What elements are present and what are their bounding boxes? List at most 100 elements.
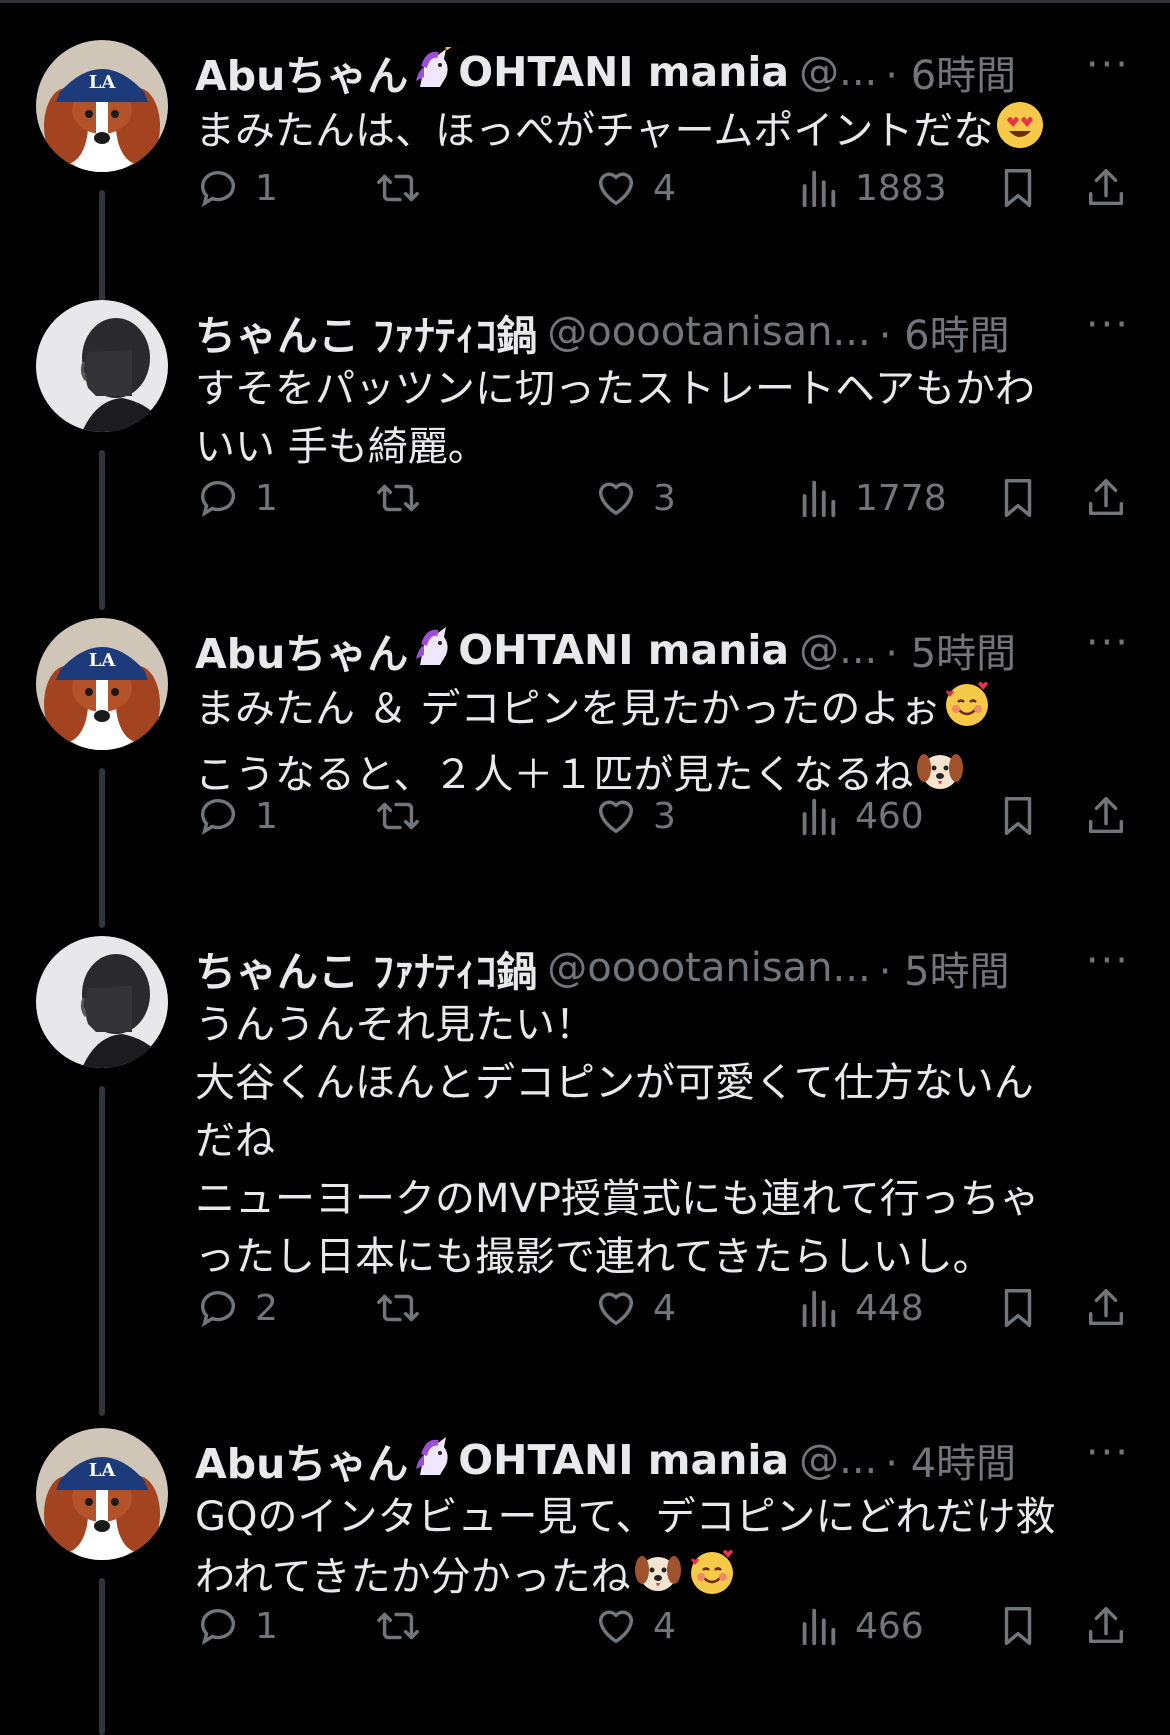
tweet[interactable]: ちゃんこ ﾌｧﾅﾃｨｺ鍋 @ooootanisan... · 5時間 ··· う… <box>0 936 1170 1432</box>
reply-button[interactable]: 1 <box>195 1596 278 1656</box>
more-options-icon[interactable]: ··· <box>1086 42 1130 88</box>
bookmark-button[interactable] <box>995 158 1041 218</box>
retweet-button[interactable] <box>375 468 435 528</box>
tweet[interactable]: LA Abuちゃん OHTANI mania @... · 5時間 ··· まみ… <box>0 618 1170 938</box>
view-count: 448 <box>855 1287 924 1329</box>
tweet-line: うんうんそれ見たい！ <box>195 1002 595 1048</box>
retweet-button[interactable] <box>375 786 435 846</box>
like-button[interactable]: 4 <box>593 1596 676 1656</box>
display-name[interactable]: ちゃんこ ﾌｧﾅﾃｨｺ鍋 <box>195 938 537 998</box>
timestamp[interactable]: · 5時間 <box>885 621 1016 679</box>
heart-eyes-emoji <box>995 100 1045 166</box>
bookmark-icon <box>1004 1607 1032 1645</box>
avatar[interactable]: LA <box>36 40 168 172</box>
bookmark-button[interactable] <box>995 1596 1041 1656</box>
tweet-text: まみたんは、ほっぺがチャームポイントだな <box>195 100 1115 166</box>
views-button[interactable]: 448 <box>795 1278 924 1338</box>
avatar[interactable]: LA <box>36 618 168 750</box>
reply-icon <box>200 481 236 518</box>
avatar[interactable]: LA <box>36 1428 168 1560</box>
like-button[interactable]: 3 <box>593 468 676 528</box>
views-icon <box>802 170 836 208</box>
display-name[interactable]: ちゃんこ ﾌｧﾅﾃｨｺ鍋 <box>195 302 537 362</box>
share-button[interactable] <box>1083 786 1129 846</box>
display-name[interactable]: Abuちゃん <box>195 1430 408 1490</box>
like-button[interactable]: 4 <box>593 1278 676 1338</box>
tweet-actions: 1 3 1778 <box>195 468 1130 528</box>
user-handle[interactable]: @ooootanisan... <box>547 945 870 991</box>
tweet[interactable]: LA Abuちゃん OHTANI mania @... · 4時間 ··· GQ… <box>0 1428 1170 1735</box>
timestamp[interactable]: · 5時間 <box>879 939 1010 997</box>
top-divider <box>0 0 1170 3</box>
display-name[interactable]: Abuちゃん <box>195 620 408 680</box>
retweet-icon <box>377 174 419 202</box>
views-button[interactable]: 1778 <box>795 468 947 528</box>
bookmark-icon <box>1004 797 1032 835</box>
reply-icon <box>200 1609 236 1646</box>
share-icon <box>1088 479 1124 516</box>
more-options-icon[interactable]: ··· <box>1086 620 1130 666</box>
svg-text:LA: LA <box>89 1460 117 1481</box>
view-count: 466 <box>855 1605 924 1647</box>
display-name[interactable]: Abuちゃん <box>195 42 408 102</box>
user-handle[interactable]: @... <box>799 49 877 95</box>
reply-button[interactable]: 1 <box>195 158 278 218</box>
reply-button[interactable]: 2 <box>195 1278 278 1338</box>
tweet-line: すそをパッツンに切ったストレートヘアもかわ <box>195 366 1035 412</box>
share-icon <box>1088 169 1124 206</box>
heart-icon <box>598 482 634 516</box>
bookmark-icon <box>1004 1289 1032 1327</box>
views-icon <box>802 798 836 836</box>
tweet-actions: 1 3 460 <box>195 786 1130 846</box>
timestamp[interactable]: · 6時間 <box>885 43 1016 101</box>
share-icon <box>1088 1289 1124 1326</box>
timestamp[interactable]: · 4時間 <box>885 1431 1016 1489</box>
avatar[interactable] <box>36 300 168 432</box>
share-button[interactable] <box>1083 158 1129 218</box>
views-button[interactable]: 460 <box>795 786 924 846</box>
like-count: 3 <box>653 477 676 519</box>
display-name-suffix[interactable]: OHTANI mania <box>458 1436 789 1484</box>
share-button[interactable] <box>1083 1596 1129 1656</box>
retweet-button[interactable] <box>375 1596 435 1656</box>
retweet-icon <box>377 1612 419 1640</box>
retweet-icon <box>377 802 419 830</box>
views-button[interactable]: 1883 <box>795 158 947 218</box>
bookmark-button[interactable] <box>995 1278 1041 1338</box>
user-handle[interactable]: @ooootanisan... <box>547 309 870 355</box>
bookmark-button[interactable] <box>995 468 1041 528</box>
tweet[interactable]: LA Abuちゃん OHTANI mania @... · 6時間 ··· まみ… <box>0 40 1170 320</box>
retweet-button[interactable] <box>375 158 435 218</box>
user-handle[interactable]: @... <box>799 1437 877 1483</box>
heart-icon <box>598 1292 634 1326</box>
reply-count: 1 <box>255 167 278 209</box>
retweet-icon <box>377 484 419 512</box>
user-handle[interactable]: @... <box>799 627 877 673</box>
display-name-suffix[interactable]: OHTANI mania <box>458 48 789 96</box>
thread-line <box>99 1086 105 1416</box>
bookmark-button[interactable] <box>995 786 1041 846</box>
like-button[interactable]: 4 <box>593 158 676 218</box>
more-options-icon[interactable]: ··· <box>1086 938 1130 984</box>
tweet-line: いい 手も綺麗。 <box>195 424 488 470</box>
retweet-button[interactable] <box>375 1278 435 1338</box>
tweet-header: ちゃんこ ﾌｧﾅﾃｨｺ鍋 @ooootanisan... · 5時間 <box>195 940 1155 996</box>
share-button[interactable] <box>1083 1278 1129 1338</box>
reply-button[interactable]: 1 <box>195 786 278 846</box>
reply-count: 1 <box>255 795 278 837</box>
avatar[interactable] <box>36 936 168 1068</box>
tweet-header: Abuちゃん OHTANI mania @... · 4時間 <box>195 1432 1155 1488</box>
views-button[interactable]: 466 <box>795 1596 924 1656</box>
tweet-line: だね <box>195 1118 275 1164</box>
unicorn-emoji <box>410 1435 456 1485</box>
tweet[interactable]: ちゃんこ ﾌｧﾅﾃｨｺ鍋 @ooootanisan... · 6時間 ··· す… <box>0 300 1170 620</box>
display-name-suffix[interactable]: OHTANI mania <box>458 626 789 674</box>
view-count: 1778 <box>855 477 947 519</box>
reply-button[interactable]: 1 <box>195 468 278 528</box>
more-options-icon[interactable]: ··· <box>1086 302 1130 348</box>
timestamp[interactable]: · 6時間 <box>879 303 1010 361</box>
like-button[interactable]: 3 <box>593 786 676 846</box>
more-options-icon[interactable]: ··· <box>1086 1430 1130 1476</box>
tweet-actions: 2 4 448 <box>195 1278 1130 1338</box>
share-button[interactable] <box>1083 468 1129 528</box>
